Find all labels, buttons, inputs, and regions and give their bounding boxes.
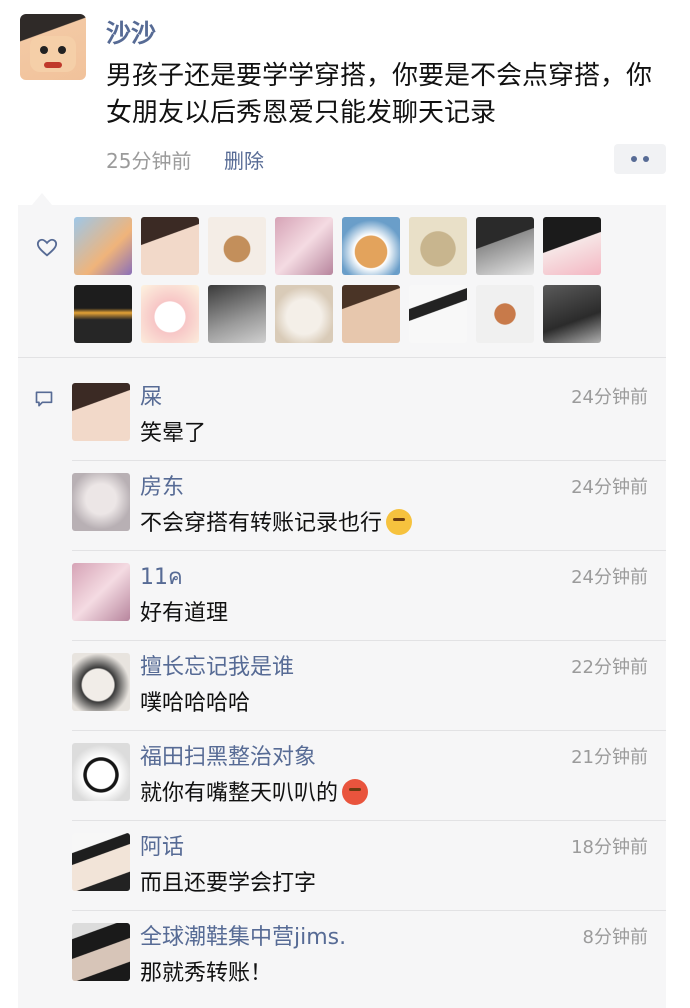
heart-icon	[36, 238, 58, 257]
comment-icon	[35, 391, 53, 407]
commenter-name[interactable]: 擅长忘记我是谁	[140, 649, 294, 681]
like-avatar[interactable]	[342, 217, 400, 275]
comment-item[interactable]: 阿话 18分钟前 而且还要学会打字	[72, 821, 666, 911]
like-avatar[interactable]	[208, 217, 266, 275]
comment-time: 21分钟前	[571, 747, 648, 768]
comment-time: 8分钟前	[582, 927, 648, 948]
commenter-avatar[interactable]	[72, 563, 130, 621]
comment-item[interactable]: 11ค 24分钟前 好有道理	[72, 551, 666, 641]
commenter-avatar[interactable]	[72, 743, 130, 801]
panel-pointer	[32, 193, 52, 205]
comment-time: 24分钟前	[571, 477, 648, 498]
like-avatar[interactable]	[141, 217, 199, 275]
like-avatar[interactable]	[74, 285, 132, 343]
author-avatar[interactable]	[20, 14, 86, 80]
more-dots-icon	[631, 156, 637, 162]
commenter-name[interactable]: 房东	[140, 469, 184, 501]
post-author-name[interactable]: 沙沙	[106, 14, 156, 50]
commenter-avatar[interactable]	[72, 923, 130, 981]
comment-text: 而且还要学会打字	[140, 871, 317, 896]
commenter-name[interactable]: 11ค	[140, 559, 183, 594]
comment-item[interactable]: 擅长忘记我是谁 22分钟前 噗哈哈哈哈	[72, 641, 666, 731]
comment-item[interactable]: 房东 24分钟前 不会穿搭有转账记录也行	[72, 461, 666, 551]
like-avatar[interactable]	[409, 217, 467, 275]
like-avatar[interactable]	[476, 217, 534, 275]
commenter-name[interactable]: 屎	[140, 379, 162, 411]
comment-text: 那就秀转账！	[140, 961, 273, 986]
comment-item[interactable]: 福田扫黑整治对象 21分钟前 就你有嘴整天叭叭的	[72, 731, 666, 821]
like-avatar[interactable]	[74, 217, 132, 275]
like-avatar[interactable]	[409, 285, 467, 343]
post-time: 25分钟前	[106, 149, 192, 173]
comment-text: 笑晕了	[140, 421, 207, 446]
comment-text-content: 就你有嘴整天叭叭的	[140, 781, 339, 806]
commenter-avatar[interactable]	[72, 833, 130, 891]
interaction-panel: 屎 24分钟前 笑晕了 房东 24分钟前 不会穿搭有转账记录也行 11ค 24分…	[18, 205, 666, 1008]
commenter-name[interactable]: 福田扫黑整治对象	[140, 739, 316, 771]
commenter-avatar[interactable]	[72, 653, 130, 711]
comment-item[interactable]: 全球潮鞋集中营jims. 8分钟前 那就秀转账！	[72, 911, 666, 1001]
commenter-avatar[interactable]	[72, 473, 130, 531]
comment-text: 好有道理	[140, 601, 229, 626]
angry-emoji-icon	[342, 779, 369, 805]
comment-text-content: 不会穿搭有转账记录也行	[140, 511, 383, 536]
comment-time: 18分钟前	[571, 837, 648, 858]
commenter-avatar[interactable]	[72, 383, 130, 441]
commenter-name[interactable]: 阿话	[140, 829, 184, 861]
comment-time: 24分钟前	[571, 567, 648, 588]
comment-time: 22分钟前	[571, 657, 648, 678]
comment-text: 就你有嘴整天叭叭的	[140, 775, 369, 807]
like-avatar[interactable]	[543, 285, 601, 343]
like-avatar[interactable]	[275, 285, 333, 343]
delete-button[interactable]: 删除	[224, 145, 264, 174]
commenter-name[interactable]: 全球潮鞋集中营jims.	[140, 919, 346, 951]
like-avatar[interactable]	[275, 217, 333, 275]
more-button[interactable]	[614, 144, 666, 174]
smirk-emoji-icon	[386, 509, 413, 535]
comment-item[interactable]: 屎 24分钟前 笑晕了	[72, 371, 666, 461]
more-dots-icon	[643, 156, 649, 162]
like-avatar[interactable]	[342, 285, 400, 343]
like-avatar[interactable]	[476, 285, 534, 343]
like-avatar[interactable]	[208, 285, 266, 343]
comment-time: 24分钟前	[571, 387, 648, 408]
like-avatar[interactable]	[141, 285, 199, 343]
likes-comments-divider	[18, 357, 666, 358]
comment-text: 噗哈哈哈哈	[140, 691, 251, 716]
comment-text: 不会穿搭有转账记录也行	[140, 505, 413, 537]
like-avatar[interactable]	[543, 217, 601, 275]
post-text: 男孩子还是要学学穿搭，你要是不会点穿搭，你女朋友以后秀恩爱只能发聊天记录	[106, 61, 653, 128]
